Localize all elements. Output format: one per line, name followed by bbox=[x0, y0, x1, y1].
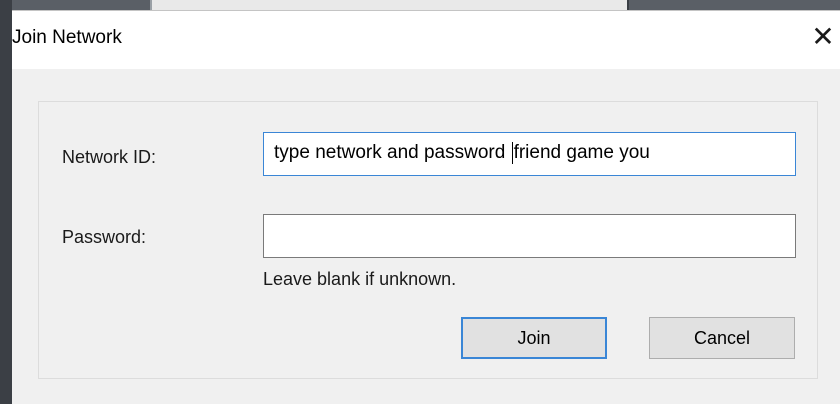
dialog-content: Network ID: type network and password fr… bbox=[12, 69, 840, 404]
close-icon: ✕ bbox=[811, 21, 835, 52]
password-input[interactable] bbox=[263, 214, 796, 258]
dialog-title: Join Network bbox=[12, 27, 122, 48]
screen: Join Network ✕ Network ID: type network … bbox=[0, 0, 840, 404]
background-window-edge bbox=[0, 0, 12, 404]
network-id-text-after-caret: friend game you bbox=[513, 142, 650, 163]
text-caret bbox=[511, 141, 513, 164]
password-label: Password: bbox=[62, 227, 147, 247]
network-id-label: Network ID: bbox=[62, 147, 157, 167]
close-button[interactable]: ✕ bbox=[806, 19, 840, 55]
network-id-text-before-caret: type network and password bbox=[274, 142, 511, 163]
join-button[interactable]: Join bbox=[461, 317, 607, 359]
network-id-input[interactable]: type network and password friend game yo… bbox=[263, 132, 796, 176]
cancel-button[interactable]: Cancel bbox=[649, 317, 795, 359]
password-hint: Leave blank if unknown. bbox=[263, 269, 457, 289]
title-bar[interactable]: Join Network ✕ bbox=[12, 11, 840, 69]
join-network-dialog: Join Network ✕ Network ID: type network … bbox=[12, 10, 840, 404]
